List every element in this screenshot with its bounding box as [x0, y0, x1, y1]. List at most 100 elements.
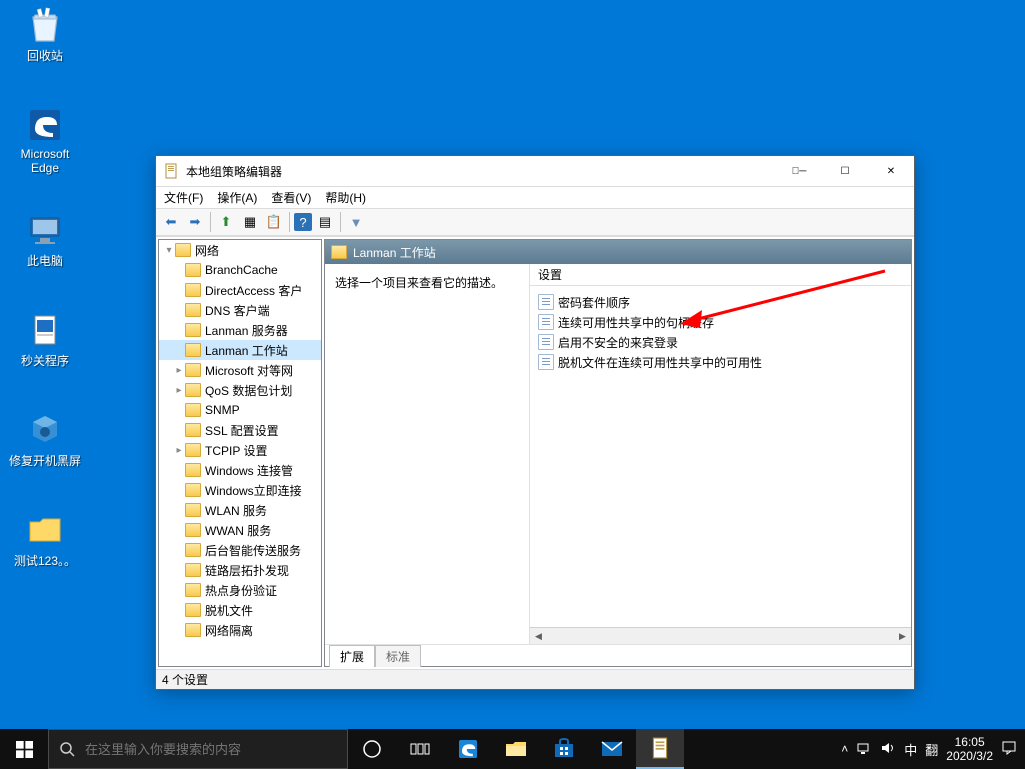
desktop-icon-label: 此电脑	[27, 252, 63, 269]
volume-icon[interactable]	[880, 740, 896, 759]
up-button[interactable]: ⬆	[215, 211, 237, 233]
clock-date: 2020/3/2	[946, 749, 993, 763]
description-text: 选择一个项目来查看它的描述。	[335, 276, 503, 290]
taskbar-gpedit[interactable]	[636, 729, 684, 769]
toolbar: ⬅ ➡ ⬆ ▦ 📋 ? ▤ ▼	[156, 208, 914, 236]
setting-icon	[538, 354, 554, 370]
menu-help[interactable]: 帮助(H)	[325, 189, 366, 206]
tree-item[interactable]: Windows 连接管	[159, 460, 321, 480]
search-input[interactable]	[85, 742, 337, 757]
tree-item[interactable]: 脱机文件	[159, 600, 321, 620]
setting-item[interactable]: 脱机文件在连续可用性共享中的可用性	[534, 352, 907, 372]
desktop-icon-label: 修复开机黑屏	[9, 452, 81, 469]
scroll-left-button[interactable]: ◀	[530, 628, 547, 644]
desktop-icon-label: 测试123。。	[14, 552, 76, 569]
gpedit-window: 本地组策略编辑器 ─ ☐ ✕ 文件(F) 操作(A) 查看(V) 帮助(H) …	[155, 155, 915, 690]
start-button[interactable]	[0, 729, 48, 769]
setting-item[interactable]: 启用不安全的来宾登录	[534, 332, 907, 352]
tree-item[interactable]: ▸Microsoft 对等网	[159, 360, 321, 380]
menu-view[interactable]: 查看(V)	[271, 189, 311, 206]
desktop-icon-recycle-bin[interactable]: 回收站	[8, 5, 82, 64]
task-view-button[interactable]	[396, 729, 444, 769]
notifications-icon[interactable]	[1001, 740, 1017, 759]
tree-item[interactable]: DNS 客户端	[159, 300, 321, 320]
horizontal-scrollbar[interactable]: ◀ ▶	[530, 627, 911, 644]
refresh-button[interactable]: 📋	[263, 211, 285, 233]
folder-icon	[331, 245, 347, 259]
settings-list-pane: 设置 密码套件顺序连续可用性共享中的句柄缓存启用不安全的来宾登录脱机文件在连续可…	[529, 264, 911, 644]
folder-icon	[25, 510, 65, 550]
window-body: ▾网络BranchCacheDirectAccess 客户DNS 客户端Lanm…	[156, 236, 914, 669]
tree-item[interactable]: WLAN 服务	[159, 500, 321, 520]
show-hide-tree-button[interactable]: ▦	[239, 211, 261, 233]
tree-item[interactable]: Windows立即连接	[159, 480, 321, 500]
tree-item[interactable]: ▸QoS 数据包计划	[159, 380, 321, 400]
tree-pane[interactable]: ▾网络BranchCacheDirectAccess 客户DNS 客户端Lanm…	[158, 239, 322, 667]
tree-item[interactable]: WWAN 服务	[159, 520, 321, 540]
filter-button[interactable]: ▼	[345, 211, 367, 233]
menu-file[interactable]: 文件(F)	[164, 189, 203, 206]
cortana-button[interactable]	[348, 729, 396, 769]
search-icon	[59, 741, 75, 757]
desktop-icon-this-pc[interactable]: 此电脑	[8, 210, 82, 269]
tree-item[interactable]: ▸TCPIP 设置	[159, 440, 321, 460]
close-button[interactable]: ✕	[868, 156, 914, 186]
tabs: 扩展 标准	[325, 644, 911, 666]
clock-time: 16:05	[946, 735, 993, 749]
tree-item[interactable]: Lanman 工作站	[159, 340, 321, 360]
setting-item[interactable]: 密码套件顺序	[534, 292, 907, 312]
scroll-right-button[interactable]: ▶	[894, 628, 911, 644]
back-button[interactable]: ⬅	[160, 211, 182, 233]
setting-item[interactable]: 连续可用性共享中的句柄缓存	[534, 312, 907, 332]
setting-icon	[538, 334, 554, 350]
app-icon	[164, 163, 180, 179]
tree-item[interactable]: 后台智能传送服务	[159, 540, 321, 560]
help-button[interactable]: ?	[294, 213, 312, 231]
desktop-icon-edge[interactable]: Microsoft Edge	[8, 105, 82, 175]
tree-item[interactable]: 链路层拓扑发现	[159, 560, 321, 580]
desktop-icon-fix-boot[interactable]: 修复开机黑屏	[8, 410, 82, 469]
desktop-icon-label: 秒关程序	[21, 352, 69, 369]
edge-icon	[25, 105, 65, 145]
gear-cube-icon	[25, 410, 65, 450]
description-pane: 选择一个项目来查看它的描述。	[325, 264, 529, 644]
content-header-title: Lanman 工作站	[353, 244, 436, 261]
taskbar-search[interactable]	[48, 729, 348, 769]
taskbar-explorer[interactable]	[492, 729, 540, 769]
desktop-icon-sec-close[interactable]: 秒关程序	[8, 310, 82, 369]
tree-item[interactable]: BranchCache	[159, 260, 321, 280]
ime-lang[interactable]: 中	[904, 740, 917, 759]
tree-item[interactable]: Lanman 服务器	[159, 320, 321, 340]
tab-standard[interactable]: 标准	[375, 645, 421, 667]
settings-list-header[interactable]: 设置	[530, 264, 911, 286]
tab-extended[interactable]: 扩展	[329, 645, 375, 667]
network-icon[interactable]	[856, 740, 872, 759]
properties-button[interactable]: ▤	[314, 211, 336, 233]
minimize-button[interactable]: ─	[776, 156, 822, 186]
forward-button[interactable]: ➡	[184, 211, 206, 233]
tree-item[interactable]: 热点身份验证	[159, 580, 321, 600]
app-icon	[25, 310, 65, 350]
tree-item[interactable]: 网络隔离	[159, 620, 321, 640]
maximize-button[interactable]: ☐	[822, 156, 868, 186]
tree-item[interactable]: SNMP	[159, 400, 321, 420]
desktop-icon-test123[interactable]: 测试123。。	[8, 510, 82, 569]
taskbar-mail[interactable]	[588, 729, 636, 769]
task-icons	[348, 729, 684, 769]
desktop-icon-label: 回收站	[27, 47, 63, 64]
setting-icon	[538, 294, 554, 310]
taskbar: ˄ 中 翻 16:05 2020/3/2	[0, 729, 1025, 769]
tree-item[interactable]: DirectAccess 客户	[159, 280, 321, 300]
taskbar-edge[interactable]	[444, 729, 492, 769]
titlebar[interactable]: 本地组策略编辑器 ─ ☐ ✕	[156, 156, 914, 186]
tree-item[interactable]: SSL 配置设置	[159, 420, 321, 440]
tree-root[interactable]: ▾网络	[159, 240, 321, 260]
menu-action[interactable]: 操作(A)	[217, 189, 257, 206]
taskbar-store[interactable]	[540, 729, 588, 769]
clock[interactable]: 16:05 2020/3/2	[946, 735, 993, 764]
recycle-bin-icon	[25, 5, 65, 45]
this-pc-icon	[25, 210, 65, 250]
tray-chevron-up-icon[interactable]: ˄	[841, 742, 848, 756]
ime-mode[interactable]: 翻	[925, 740, 938, 759]
content-pane: Lanman 工作站 选择一个项目来查看它的描述。 设置 密码套件顺序连续可用性…	[324, 239, 912, 667]
